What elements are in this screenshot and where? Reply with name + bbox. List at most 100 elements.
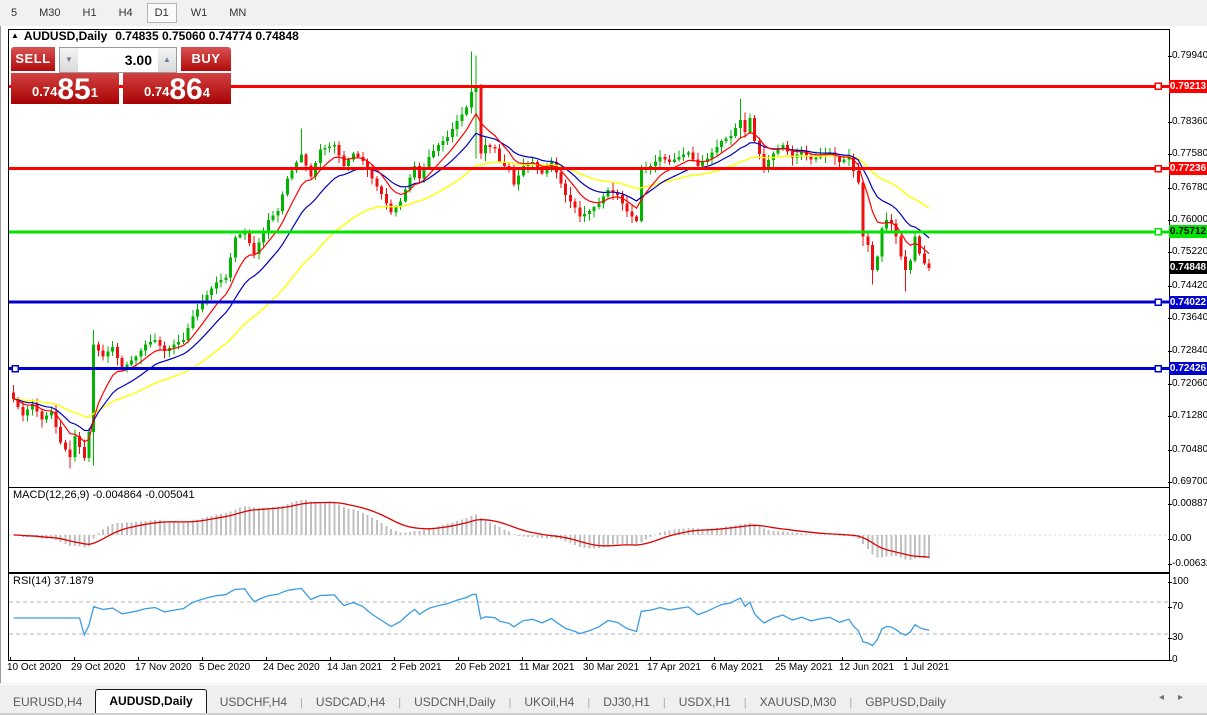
macd-tick-label: 0.00 <box>1172 533 1191 545</box>
volume-increase-button[interactable]: ▲ <box>158 48 176 72</box>
one-click-trading-panel: SELL ▼ ▲ BUY 0.74 85 1 0.74 86 4 <box>11 47 231 106</box>
chart-symbol-label: AUDUSD,Daily <box>24 29 107 43</box>
rsi-tick-label: 30 <box>1172 632 1183 644</box>
tab-eurusd-h4[interactable]: EURUSD,H4 <box>0 692 95 712</box>
tab-scroll-arrows: ◂▸ <box>1159 692 1197 703</box>
tab-gbpusd-daily[interactable]: GBPUSD,Daily <box>852 692 959 712</box>
sell-price-box[interactable]: 0.74 85 1 <box>11 73 119 104</box>
tab-audusd-daily[interactable]: AUDUSD,Daily <box>95 689 206 713</box>
buy-button[interactable]: BUY <box>181 47 231 73</box>
date-tick <box>842 657 843 660</box>
timeframe-button-m30[interactable]: M30 <box>31 3 68 23</box>
tab-usdx-h1[interactable]: USDX,H1 <box>666 692 744 712</box>
tab-dj30-h1[interactable]: DJ30,H1 <box>590 692 663 712</box>
timeframe-button-w1[interactable]: W1 <box>183 3 216 23</box>
price-tick-label: 0.79940 <box>1172 50 1207 62</box>
hline-price-label: 0.79213 <box>1169 80 1207 93</box>
date-tick-label: 2 Feb 2021 <box>391 662 442 673</box>
hline-price-label: 0.74022 <box>1169 296 1207 309</box>
date-tick-label: 17 Apr 2021 <box>647 662 701 673</box>
macd-label: MACD(12,26,9) -0.004864 -0.005041 <box>13 489 195 501</box>
date-tick <box>778 657 779 660</box>
date-tick-label: 30 Mar 2021 <box>583 662 639 673</box>
volume-stepper: ▼ ▲ <box>59 47 177 73</box>
axis-tick <box>1168 56 1172 57</box>
price-tick-label: 0.76780 <box>1172 182 1207 194</box>
date-tick-label: 24 Dec 2020 <box>263 662 320 673</box>
tab-usdcnh-daily[interactable]: USDCNH,Daily <box>401 692 508 712</box>
price-tick-label: 0.75220 <box>1172 246 1207 258</box>
axis-tick <box>1168 220 1172 221</box>
volume-input[interactable] <box>78 48 158 72</box>
axis-tick <box>1168 318 1172 319</box>
buy-price-sup: 4 <box>203 73 210 113</box>
axis-tick <box>1168 154 1172 155</box>
timeframe-button-d1[interactable]: D1 <box>147 3 177 23</box>
date-tick-label: 5 Dec 2020 <box>199 662 250 673</box>
date-tick <box>906 657 907 660</box>
ohlc-quote-line: 0.74835 0.75060 0.74774 0.74848 <box>115 29 299 43</box>
axis-tick <box>1168 351 1172 352</box>
hline-price-label: 0.77236 <box>1169 162 1207 175</box>
date-tick-label: 12 Jun 2021 <box>839 662 894 673</box>
date-tick-label: 17 Nov 2020 <box>135 662 192 673</box>
timeframe-button-5[interactable]: 5 <box>3 3 25 23</box>
price-tick-label: 0.72840 <box>1172 345 1207 357</box>
tab-ukoil-h4[interactable]: UKOil,H4 <box>511 692 587 712</box>
timeframe-button-h4[interactable]: H4 <box>111 3 141 23</box>
date-tick <box>650 657 651 660</box>
sell-button[interactable]: SELL <box>11 47 55 73</box>
date-tick-label: 1 Jul 2021 <box>903 662 949 673</box>
axis-tick <box>1168 122 1172 123</box>
rsi-tick-label: 0 <box>1172 654 1178 666</box>
axis-tick <box>1168 660 1172 661</box>
axis-tick <box>1168 286 1172 287</box>
volume-decrease-button[interactable]: ▼ <box>60 48 78 72</box>
timeframe-toolbar: 5 M30 H1 H4 D1 W1MN <box>0 0 1207 27</box>
tab-usdchf-h4[interactable]: USDCHF,H4 <box>207 692 300 712</box>
date-tick-label: 6 May 2021 <box>711 662 763 673</box>
price-tick-label: 0.74420 <box>1172 280 1207 292</box>
axis-tick <box>1168 504 1172 505</box>
price-tick-label: 0.70480 <box>1172 444 1207 456</box>
buy-price-big: 86 <box>169 75 202 104</box>
chart-window: ▲ AUDUSD,Daily 0.74835 0.75060 0.74774 0.7… <box>0 26 1207 683</box>
rsi-indicator-plot[interactable] <box>8 573 1170 661</box>
axis-tick <box>1168 607 1172 608</box>
sell-price-prefix: 0.74 <box>32 80 57 104</box>
axis-tick <box>1168 582 1172 583</box>
price-tick-label: 0.71280 <box>1172 410 1207 422</box>
tab-xauusd-m30[interactable]: XAUUSD,M30 <box>747 692 850 712</box>
axis-tick <box>1168 638 1172 639</box>
axis-tick <box>1168 564 1172 565</box>
date-tick <box>714 657 715 660</box>
hline-price-label: 0.72426 <box>1169 362 1207 375</box>
axis-tick <box>1168 384 1172 385</box>
axis-tick <box>1168 188 1172 189</box>
current-price-label: 0.74848 <box>1169 261 1207 274</box>
axis-tick <box>1168 416 1172 417</box>
rsi-tick-label: 100 <box>1172 576 1189 588</box>
collapse-quote-panel-icon[interactable]: ▲ <box>11 31 19 40</box>
date-tick <box>458 657 459 660</box>
price-tick-label: 0.73640 <box>1172 312 1207 324</box>
chart-tab-bar: EURUSD,H4AUDUSD,DailyUSDCHF,H4|USDCAD,H4… <box>0 684 1207 715</box>
date-tick <box>522 657 523 660</box>
date-tick <box>586 657 587 660</box>
chart-title: ▲ AUDUSD,Daily 0.74835 0.75060 0.74774 0.7… <box>11 29 299 43</box>
date-tick-label: 20 Feb 2021 <box>455 662 511 673</box>
tab-usdcad-h4[interactable]: USDCAD,H4 <box>303 692 398 712</box>
tab-scroll-left-icon[interactable]: ◂ <box>1159 692 1178 703</box>
price-tick-label: 0.77580 <box>1172 148 1207 160</box>
price-tick-label: 0.69700 <box>1172 476 1207 488</box>
tab-scroll-right-icon[interactable]: ▸ <box>1178 692 1197 703</box>
macd-tick-label: 0.008871 <box>1172 498 1207 510</box>
timeframe-button-mn[interactable]: MN <box>221 3 254 23</box>
buy-price-box[interactable]: 0.74 86 4 <box>123 73 231 104</box>
date-tick <box>10 657 11 660</box>
price-tick-label: 0.72060 <box>1172 378 1207 390</box>
price-tick-label: 0.78360 <box>1172 116 1207 128</box>
date-tick <box>202 657 203 660</box>
timeframe-button-h1[interactable]: H1 <box>75 3 105 23</box>
date-tick-label: 25 May 2021 <box>775 662 833 673</box>
